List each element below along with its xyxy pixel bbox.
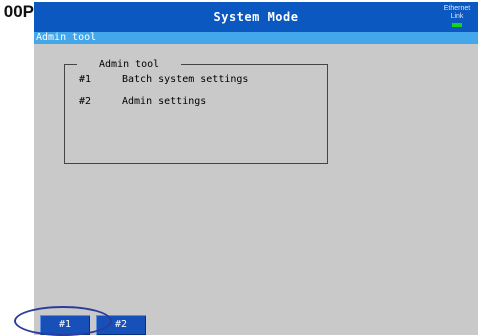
menu-item-key: #2 xyxy=(79,96,92,107)
ethernet-status: Ethernet Link xyxy=(442,5,472,27)
link-indicator-icon xyxy=(452,23,462,27)
softkey-2-button[interactable]: #2 xyxy=(96,315,146,335)
menu-item-label: Batch system settings xyxy=(122,74,249,85)
softkey-bar: #1 #2 xyxy=(34,315,478,335)
ethernet-label: Ethernet xyxy=(443,5,471,12)
menu-box-title: Admin tool xyxy=(77,58,182,71)
admin-tool-menu-box: Admin tool #1 Batch system settings #2 Adm… xyxy=(64,58,328,164)
menu-item-key: #1 xyxy=(79,74,92,85)
menu-item-label: Admin settings xyxy=(122,96,207,107)
menu-item-batch-system-settings[interactable]: #1 Batch system settings xyxy=(79,73,248,86)
screen-subheader: Admin tool xyxy=(34,32,478,44)
device-model-label: 00P xyxy=(3,2,34,21)
subheader-label: Admin tool xyxy=(36,32,97,43)
title-bar: System Mode Ethernet Link xyxy=(34,2,478,32)
softkey-1-button[interactable]: #1 xyxy=(40,315,90,335)
menu-item-admin-settings[interactable]: #2 Admin settings xyxy=(79,95,206,108)
link-label: Link xyxy=(450,13,464,20)
device-screen: System Mode Ethernet Link Admin tool Adm… xyxy=(34,2,478,335)
mode-title: System Mode xyxy=(213,10,299,24)
